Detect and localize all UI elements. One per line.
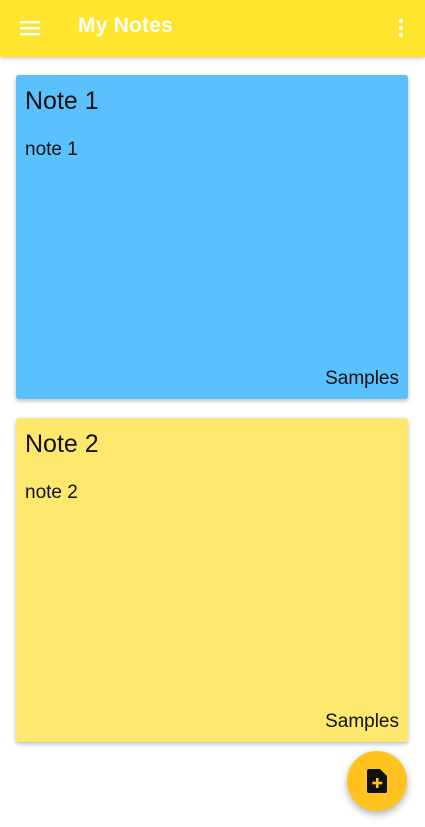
app-title: My Notes: [78, 14, 173, 37]
more-vertical-icon: [398, 18, 404, 38]
note-card[interactable]: Note 2 note 2 Samples: [16, 418, 408, 742]
app-bar: My Notes: [0, 0, 425, 57]
note-card[interactable]: Note 1 note 1 Samples: [16, 75, 408, 399]
note-title: Note 2: [25, 430, 99, 458]
menu-button[interactable]: [10, 8, 50, 48]
note-label: Samples: [325, 368, 399, 389]
note-title: Note 1: [25, 87, 99, 115]
add-note-icon: [367, 769, 387, 793]
note-body: note 1: [25, 139, 78, 160]
add-note-button[interactable]: [347, 751, 407, 811]
note-label: Samples: [325, 711, 399, 732]
notes-app: My Notes Note 1 note 1 Samples Note 2 no…: [0, 0, 425, 827]
hamburger-menu-icon: [20, 21, 40, 36]
overflow-menu-button[interactable]: [385, 8, 417, 48]
note-body: note 2: [25, 482, 78, 503]
